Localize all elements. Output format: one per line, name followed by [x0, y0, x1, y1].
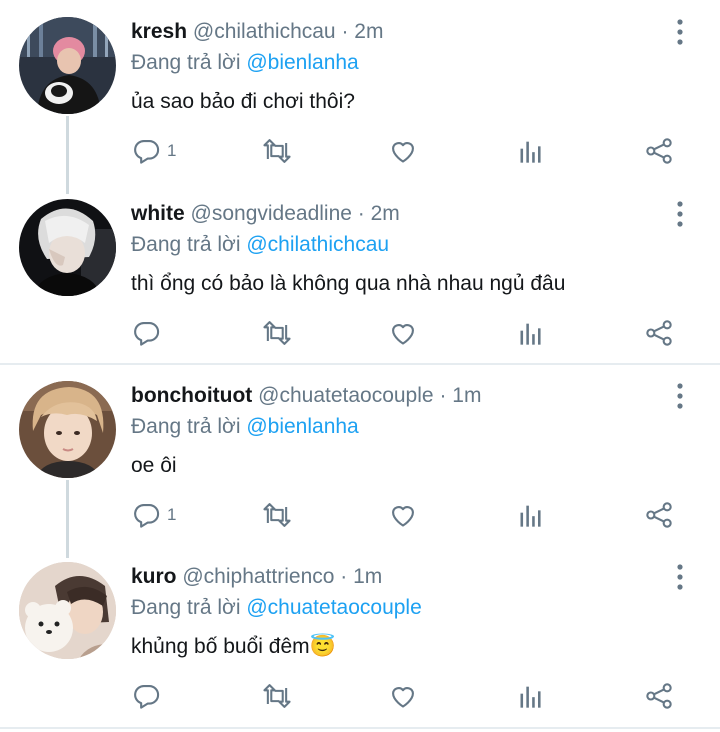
analytics-icon — [518, 501, 544, 529]
like-icon — [389, 682, 417, 710]
tweet-header: kuro @chiphattrienco · 1m — [131, 564, 382, 590]
analytics-button[interactable] — [518, 495, 544, 535]
share-icon — [645, 682, 673, 710]
reply-context: Đang trả lời @chilathichcau — [131, 232, 389, 258]
reply-prefix: Đang trả lời — [131, 596, 241, 619]
more-vertical-icon[interactable] — [668, 17, 692, 47]
timestamp: · 1m — [340, 565, 383, 588]
avatar[interactable] — [19, 199, 116, 296]
reply-button[interactable] — [133, 313, 167, 353]
reply-icon — [133, 501, 161, 529]
avatar[interactable] — [19, 17, 116, 114]
tweet-actions — [0, 313, 720, 353]
timestamp: · 2m — [357, 202, 400, 225]
like-icon — [389, 137, 417, 165]
tweet-text: thì ổng có bảo là không qua nhà nhau ngủ… — [131, 272, 566, 295]
share-icon — [645, 319, 673, 347]
tweet[interactable]: kuro @chiphattrienco · 1m Đang trả lời @… — [0, 545, 720, 727]
share-button[interactable] — [645, 495, 673, 535]
reply-button[interactable] — [133, 676, 167, 716]
analytics-button[interactable] — [518, 131, 544, 171]
share-icon — [645, 137, 673, 165]
username[interactable]: @chuatetaocouple — [258, 384, 433, 407]
like-button[interactable] — [389, 313, 417, 353]
reply-prefix: Đang trả lời — [131, 233, 241, 256]
tweet[interactable]: kresh @chilathichcau · 2m Đang trả lời @… — [0, 0, 720, 182]
retweet-button[interactable] — [261, 131, 293, 171]
reply-prefix: Đang trả lời — [131, 51, 241, 74]
analytics-button[interactable] — [518, 313, 544, 353]
analytics-icon — [518, 682, 544, 710]
reply-count: 1 — [167, 141, 177, 160]
retweet-icon — [261, 319, 293, 347]
reply-mention[interactable]: @bienlanha — [246, 51, 358, 74]
username[interactable]: @songvideadline — [191, 202, 352, 225]
tweet-text: khủng bố buổi đêm😇 — [131, 635, 336, 658]
avatar[interactable] — [19, 562, 116, 659]
like-button[interactable] — [389, 131, 417, 171]
more-vertical-icon[interactable] — [668, 199, 692, 229]
reply-button[interactable]: 1 — [133, 495, 176, 535]
tweet-actions: 1 — [0, 131, 720, 171]
tweet[interactable]: white @songvideadline · 2m Đang trả lời … — [0, 182, 720, 364]
reply-prefix: Đang trả lời — [131, 415, 241, 438]
reply-icon — [133, 682, 161, 710]
reply-icon — [133, 319, 161, 347]
share-icon — [645, 501, 673, 529]
timestamp: · 2m — [341, 20, 384, 43]
retweet-icon — [261, 137, 293, 165]
reply-mention[interactable]: @chilathichcau — [246, 233, 389, 256]
analytics-icon — [518, 137, 544, 165]
share-button[interactable] — [645, 131, 673, 171]
tweet-header: kresh @chilathichcau · 2m — [131, 19, 383, 45]
analytics-button[interactable] — [518, 676, 544, 716]
username[interactable]: @chilathichcau — [193, 20, 336, 43]
avatar[interactable] — [19, 381, 116, 478]
more-vertical-icon[interactable] — [668, 562, 692, 592]
reply-icon — [133, 137, 161, 165]
tweet-header: bonchoituot @chuatetaocouple · 1m — [131, 383, 481, 409]
timestamp: · 1m — [439, 384, 482, 407]
retweet-icon — [261, 682, 293, 710]
display-name[interactable]: white — [131, 202, 185, 225]
display-name[interactable]: kuro — [131, 565, 177, 588]
thread-divider — [0, 727, 720, 729]
like-icon — [389, 319, 417, 347]
retweet-button[interactable] — [261, 313, 293, 353]
share-button[interactable] — [645, 676, 673, 716]
tweet-text: ủa sao bảo đi chơi thôi? — [131, 90, 355, 113]
tweet-text: oe ôi — [131, 454, 177, 477]
tweet[interactable]: bonchoituot @chuatetaocouple · 1m Đang t… — [0, 364, 720, 546]
reply-button[interactable]: 1 — [133, 131, 176, 171]
like-button[interactable] — [389, 495, 417, 535]
reply-mention[interactable]: @chuatetaocouple — [246, 596, 421, 619]
reply-context: Đang trả lời @chuatetaocouple — [131, 595, 422, 621]
tweet-actions: 1 — [0, 495, 720, 535]
reply-mention[interactable]: @bienlanha — [246, 415, 358, 438]
analytics-icon — [518, 319, 544, 347]
more-vertical-icon[interactable] — [668, 381, 692, 411]
like-button[interactable] — [389, 676, 417, 716]
display-name[interactable]: kresh — [131, 20, 187, 43]
tweet-actions — [0, 676, 720, 716]
reply-context: Đang trả lời @bienlanha — [131, 414, 359, 440]
username[interactable]: @chiphattrienco — [182, 565, 334, 588]
like-icon — [389, 501, 417, 529]
reply-count: 1 — [167, 505, 177, 524]
display-name[interactable]: bonchoituot — [131, 384, 252, 407]
retweet-icon — [261, 501, 293, 529]
reply-context: Đang trả lời @bienlanha — [131, 50, 359, 76]
tweet-header: white @songvideadline · 2m — [131, 201, 400, 227]
retweet-button[interactable] — [261, 676, 293, 716]
retweet-button[interactable] — [261, 495, 293, 535]
share-button[interactable] — [645, 313, 673, 353]
